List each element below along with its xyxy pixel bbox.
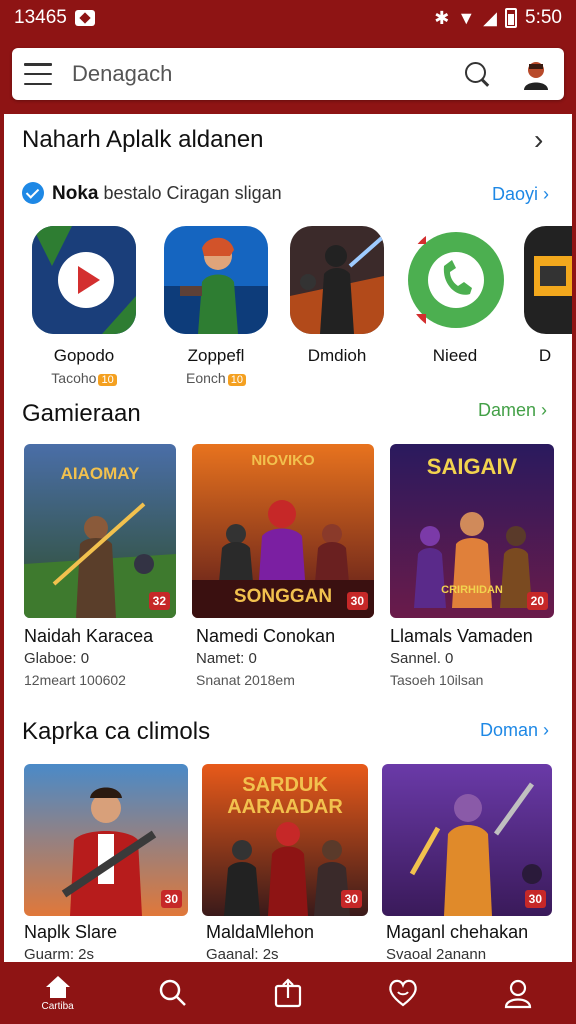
kaprka-line1-1: Guarm: 2s bbox=[24, 946, 95, 962]
clock-left: 13465 bbox=[14, 7, 67, 28]
download-box-icon bbox=[274, 978, 302, 1008]
kaprka-card-3[interactable]: 30 bbox=[382, 764, 552, 916]
app-badge-1: 10 bbox=[98, 374, 117, 386]
chevron-right-icon[interactable]: › bbox=[534, 124, 543, 156]
rating-badge-2: 30 bbox=[346, 592, 368, 610]
profile-icon bbox=[505, 979, 532, 1009]
rating-badge-1: 32 bbox=[148, 592, 170, 610]
app-sub-2: Eonch 10 bbox=[161, 370, 271, 386]
battery-icon bbox=[505, 8, 518, 28]
notification-icon bbox=[74, 10, 95, 26]
nav-favorites[interactable] bbox=[346, 962, 461, 1024]
app-icon-5[interactable] bbox=[524, 226, 572, 334]
game-title-1: Naidah Karacea bbox=[24, 626, 154, 646]
wifi-icon: ▼ bbox=[457, 8, 476, 28]
game-art-text-1: AIAOMAY bbox=[60, 464, 140, 483]
nav-profile[interactable] bbox=[461, 962, 576, 1024]
bottom-nav: Cartiba bbox=[0, 962, 576, 1024]
home-icon bbox=[45, 976, 70, 998]
kaprka-line1-3: Svaoal 2anann bbox=[386, 946, 487, 962]
game-card-3[interactable]: SAIGAIV CRIRHIDAN 20 bbox=[390, 444, 554, 618]
kaprka-art-text-2: SARDUK AARAADAR bbox=[227, 774, 343, 818]
nav-search[interactable] bbox=[115, 962, 230, 1024]
kaprka-rating-1: 30 bbox=[160, 890, 182, 908]
see-more-kaprka-link[interactable]: Doman › bbox=[480, 720, 549, 741]
app-header: Denagach bbox=[0, 36, 576, 114]
see-more-apps-label: Daoyi bbox=[492, 184, 539, 204]
chevron-right-icon: › bbox=[543, 184, 550, 204]
app-sub-1: Tacoho 10 bbox=[29, 370, 139, 386]
game-line1-2: Namet: 0 bbox=[196, 650, 257, 667]
app-badge-2: 10 bbox=[227, 374, 246, 386]
heart-icon bbox=[389, 979, 417, 1007]
search-bar[interactable]: Denagach bbox=[12, 48, 564, 100]
game-line2-1: 12meart 100602 bbox=[24, 672, 126, 688]
app-icon-4[interactable] bbox=[406, 226, 506, 334]
see-more-games-link[interactable]: Damen › bbox=[478, 400, 547, 421]
chevron-right-icon: › bbox=[543, 720, 550, 740]
kaprka-title-2: MaldaMlehon bbox=[206, 922, 315, 942]
game-line2-3: Tasoeh 10ilsan bbox=[390, 672, 484, 688]
game-line2-2: Snanat 2018em bbox=[196, 672, 295, 688]
kaprka-rating-2: 30 bbox=[340, 890, 362, 908]
kaprka-title-3: Maganl chehakan bbox=[386, 922, 529, 942]
app-name-3: Dmdioh bbox=[307, 346, 367, 365]
bluetooth-icon: ✱ bbox=[434, 8, 450, 28]
verified-text: bestalo Ciragan sligan bbox=[103, 183, 282, 203]
game-card-1[interactable]: AIAOMAY 32 bbox=[24, 444, 176, 618]
chevron-right-icon: › bbox=[541, 400, 548, 420]
kaprka-title-1: Naplk Slare bbox=[24, 922, 118, 942]
search-icon bbox=[159, 979, 186, 1006]
app-icon-3[interactable] bbox=[290, 226, 384, 334]
kaprka-card-2[interactable]: SARDUK AARAADAR 30 bbox=[202, 764, 368, 916]
nav-home-label: Cartiba bbox=[41, 1001, 74, 1012]
game-line1-1: Glaboe: 0 bbox=[24, 650, 90, 667]
menu-icon[interactable] bbox=[24, 63, 52, 85]
app-name-5: D bbox=[538, 346, 552, 365]
kaprka-rating-3: 30 bbox=[524, 890, 546, 908]
nav-home[interactable]: Cartiba bbox=[0, 962, 115, 1024]
verified-check-icon bbox=[22, 182, 44, 204]
avatar[interactable] bbox=[520, 58, 552, 90]
see-more-apps-link[interactable]: Daoyi › bbox=[492, 184, 549, 205]
game-art-text-3: SAIGAIV bbox=[426, 454, 518, 479]
section-title-games: Gamieraan bbox=[22, 400, 141, 427]
game-title-2: Namedi Conokan bbox=[196, 626, 336, 646]
see-more-games-label: Damen bbox=[478, 400, 537, 420]
verified-bold: Noka bbox=[52, 183, 99, 204]
app-name-2: Zoppefl bbox=[187, 346, 245, 365]
app-icon-2[interactable] bbox=[164, 226, 268, 334]
section-title-apps: Naharh Aplalk aldanen bbox=[22, 126, 264, 153]
game-art-top-2: NIOVIKO bbox=[251, 452, 315, 469]
clock-right: 5:50 bbox=[525, 7, 562, 28]
game-line1-3: Sannel. 0 bbox=[390, 650, 454, 667]
game-title-3: Llamals Vamaden bbox=[390, 626, 533, 646]
status-bar: 13465 ✱ ▼ ◢ 5:50 bbox=[0, 0, 576, 36]
rating-badge-3: 20 bbox=[526, 592, 548, 610]
search-icon[interactable] bbox=[462, 59, 492, 89]
main-content: Naharh Aplalk aldanen › Noka bestalo Cir… bbox=[0, 114, 576, 962]
kaprka-line1-2: Gaanal: 2s bbox=[206, 946, 279, 962]
app-name-1: Gopodo bbox=[53, 346, 115, 365]
game-card-2[interactable]: NIOVIKO SONGGAN 30 bbox=[192, 444, 374, 618]
app-icon-1[interactable] bbox=[32, 226, 136, 334]
search-input[interactable]: Denagach bbox=[72, 61, 462, 87]
see-more-kaprka-label: Doman bbox=[480, 720, 539, 740]
kaprka-card-1[interactable]: 30 bbox=[24, 764, 188, 916]
section-title-kaprka: Kaprka ca climols bbox=[22, 718, 211, 745]
signal-icon: ◢ bbox=[483, 8, 498, 28]
nav-updates[interactable] bbox=[230, 962, 345, 1024]
